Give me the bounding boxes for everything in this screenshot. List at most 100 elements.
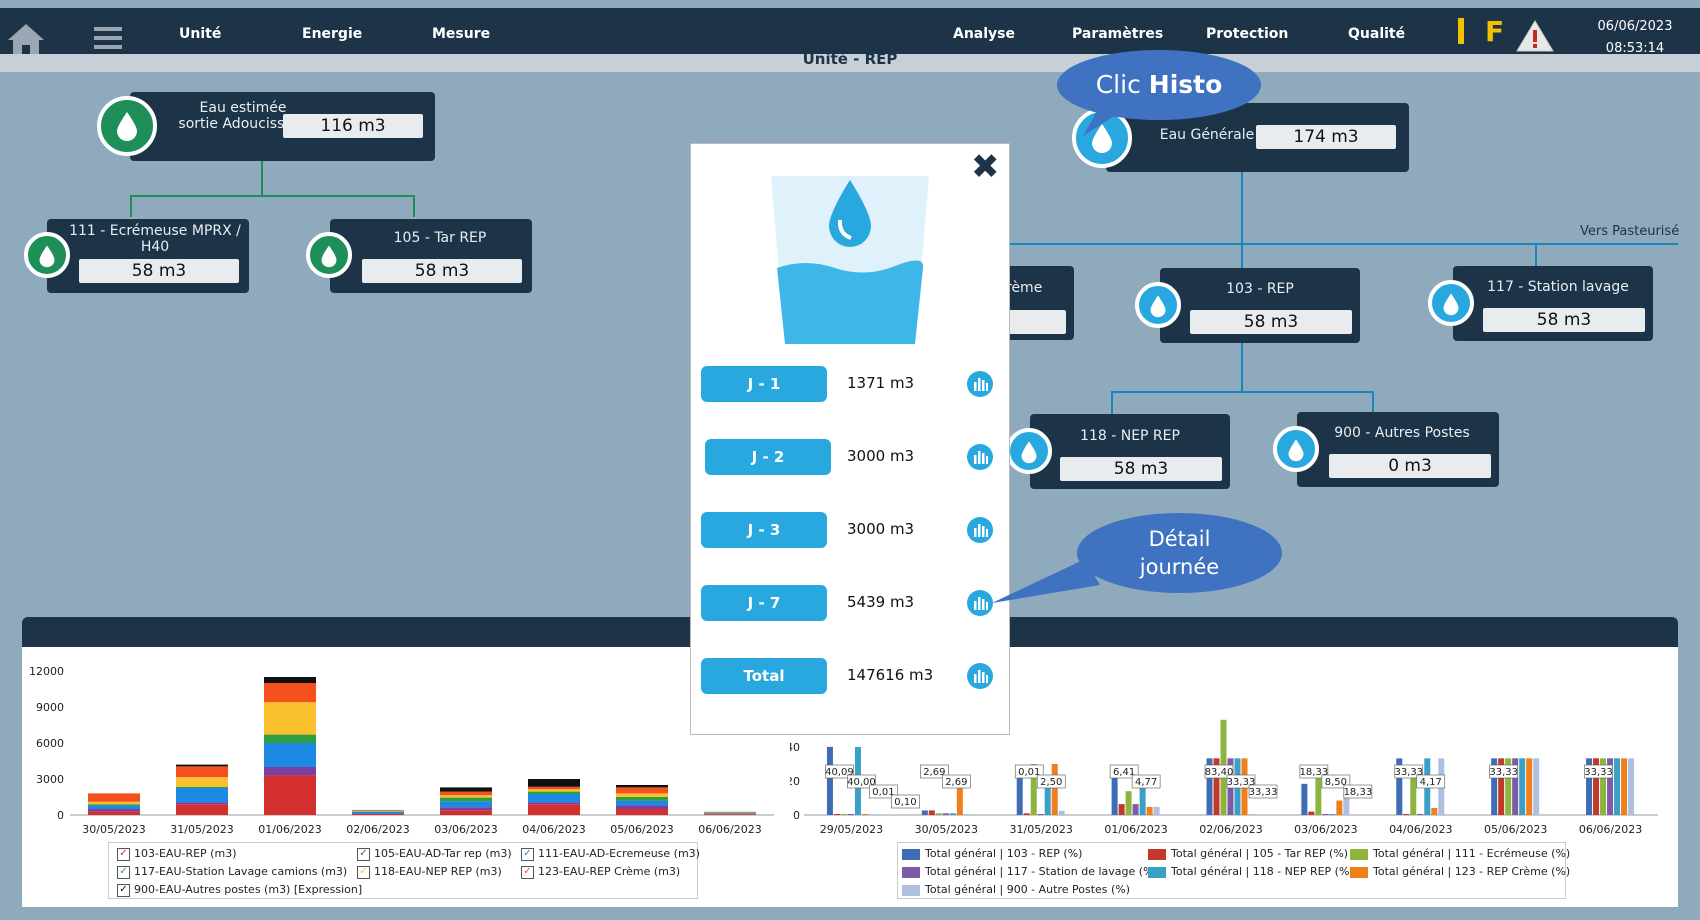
bar-segment — [616, 793, 668, 797]
bar — [942, 813, 949, 815]
node-ecremeuse[interactable]: 111 - Ecrémeuse MPRX / H40 58 m3 — [47, 219, 249, 293]
bar — [1628, 758, 1635, 815]
connector-line — [1372, 391, 1374, 413]
bar-segment — [352, 810, 404, 812]
legend-item[interactable]: ✓ 117-EAU-Station Lavage camions (m3) — [117, 865, 347, 879]
legend-item[interactable]: ✓ 123-EAU-REP Crème (m3) — [521, 865, 680, 879]
x-tick-label: 02/06/2023 — [346, 823, 409, 836]
legend-label: Total général | 111 - Ecrémeuse (%) — [1373, 847, 1571, 860]
nav-parametres[interactable]: Paramètres — [1072, 26, 1163, 42]
node-value: 0 m3 — [1329, 454, 1491, 478]
bar — [1125, 791, 1132, 815]
legend-label: 117-EAU-Station Lavage camions (m3) — [134, 865, 348, 878]
bar-chart-icon[interactable] — [967, 371, 993, 397]
indicator-i[interactable] — [1458, 18, 1464, 44]
checkbox-icon[interactable]: ✓ — [117, 883, 130, 897]
bar-segment — [264, 702, 316, 735]
bar — [1016, 777, 1023, 815]
checkbox-icon[interactable]: ✓ — [357, 865, 370, 879]
bar-segment — [264, 683, 316, 703]
water-drop-icon — [306, 232, 352, 278]
history-button-1[interactable]: J - 2 — [705, 439, 831, 475]
bar-segment — [88, 793, 140, 802]
node-value: 58 m3 — [1190, 310, 1352, 334]
connector-line — [1241, 340, 1243, 392]
node-118-nep-rep[interactable]: 118 - NEP REP 58 m3 — [1030, 414, 1230, 489]
nav-analyse[interactable]: Analyse — [953, 26, 1015, 42]
x-tick-label: 30/05/2023 — [82, 823, 145, 836]
legend-swatch — [1350, 866, 1368, 878]
legend-item[interactable]: ✓ 103-EAU-REP (m3) — [117, 847, 236, 861]
node-103-rep[interactable]: 103 - REP 58 m3 — [1160, 268, 1360, 343]
checkbox-icon[interactable]: ✓ — [521, 847, 534, 861]
nav-qualite[interactable]: Qualité — [1348, 26, 1405, 42]
history-button-3[interactable]: J - 7 — [701, 585, 827, 621]
vers-pasteurise-label: Vers Pasteurisé — [1580, 224, 1680, 239]
checkbox-icon[interactable]: ✓ — [117, 865, 130, 879]
bar-chart-icon[interactable] — [967, 517, 993, 543]
bar — [861, 814, 868, 815]
checkbox-icon[interactable]: ✓ — [357, 847, 370, 861]
bar-segment — [176, 766, 228, 778]
legend-item[interactable]: ✓ 105-EAU-AD-Tar rep (m3) — [357, 847, 512, 861]
node-tar-rep[interactable]: 105 - Tar REP 58 m3 — [330, 219, 532, 293]
legend-item[interactable]: ✓ 111-EAU-AD-Ecremeuse (m3) — [521, 847, 700, 861]
node-value: 174 m3 — [1256, 125, 1396, 149]
legend-swatch — [902, 866, 920, 878]
node-117-station-lavage[interactable]: 117 - Station lavage 58 m3 — [1453, 266, 1653, 341]
bar-chart-icon[interactable] — [967, 444, 993, 470]
legend-item[interactable]: Total général | 900 - Autre Postes (%) — [902, 883, 1130, 896]
bar — [1308, 811, 1315, 815]
history-button-4[interactable]: Total — [701, 658, 827, 694]
node-900-autres-postes[interactable]: 900 - Autres Postes 0 m3 — [1297, 412, 1499, 487]
bar-segment — [528, 804, 580, 815]
checkbox-icon[interactable]: ✓ — [521, 865, 534, 879]
data-label: 33,33 — [1489, 767, 1518, 778]
bar-segment — [616, 800, 668, 806]
legend-item[interactable]: ✓ 118-EAU-NEP REP (m3) — [357, 865, 502, 879]
node-label: Eau Générale — [1159, 127, 1255, 143]
history-button-0[interactable]: J - 1 — [701, 366, 827, 402]
warning-icon[interactable] — [1515, 18, 1555, 54]
bar-segment — [440, 795, 492, 798]
node-eau-estimee[interactable]: Eau estimée sortie Adoucisseur 116 m3 — [130, 92, 435, 161]
checkbox-icon[interactable]: ✓ — [117, 847, 130, 861]
x-tick-label: 30/05/2023 — [915, 823, 978, 836]
x-tick-label: 29/05/2023 — [820, 823, 883, 836]
history-value: 3000 m3 — [847, 520, 915, 538]
bar-segment — [176, 777, 228, 787]
nav-protection[interactable]: Protection — [1206, 26, 1288, 42]
node-label: 117 - Station lavage — [1487, 279, 1629, 295]
legend-swatch — [1148, 866, 1166, 878]
legend-item[interactable]: Total général | 103 - REP (%) — [902, 847, 1082, 860]
data-label: 2,69 — [945, 777, 967, 788]
data-label: 0,10 — [894, 797, 916, 808]
legend-item[interactable]: Total général | 111 - Ecrémeuse (%) — [1350, 847, 1570, 860]
bar-segment — [528, 789, 580, 792]
nav-energie[interactable]: Energie — [302, 26, 362, 42]
connector-line — [1241, 243, 1243, 269]
node-value: 58 m3 — [1483, 308, 1645, 332]
nav-mesure[interactable]: Mesure — [432, 26, 490, 42]
indicator-f[interactable]: F — [1485, 18, 1504, 46]
bar-segment — [528, 791, 580, 794]
water-drop-icon — [1273, 426, 1319, 472]
bar-segment — [440, 791, 492, 796]
legend-label: Total général | 900 - Autre Postes (%) — [925, 883, 1131, 896]
legend-label: 105-EAU-AD-Tar rep (m3) — [374, 847, 512, 860]
menu-icon[interactable] — [92, 24, 124, 52]
history-button-2[interactable]: J - 3 — [701, 512, 827, 548]
history-popup: ✖ J - 1 1371 m3 J - 2 3000 m3 J - 3 3000 m3 J … — [690, 143, 1010, 735]
callout-text: Détail — [1148, 527, 1211, 551]
legend-item[interactable]: ✓ 900-EAU-Autres postes (m3) [Expression] — [117, 883, 362, 897]
legend-item[interactable]: Total général | 118 - NEP REP (%) — [1148, 865, 1354, 878]
node-creme[interactable]: rème — [1000, 266, 1074, 340]
legend-item[interactable]: Total général | 105 - Tar REP (%) — [1148, 847, 1348, 860]
legend-item[interactable]: Total général | 123 - REP Crème (%) — [1350, 865, 1570, 878]
bar-segment — [88, 805, 140, 809]
nav-unite[interactable]: Unité — [179, 26, 221, 42]
legend-item[interactable]: Total général | 117 - Station de lavage … — [902, 865, 1158, 878]
close-icon[interactable]: ✖ — [971, 150, 1000, 184]
bar-chart-icon[interactable] — [967, 663, 993, 689]
bar — [1322, 814, 1329, 815]
